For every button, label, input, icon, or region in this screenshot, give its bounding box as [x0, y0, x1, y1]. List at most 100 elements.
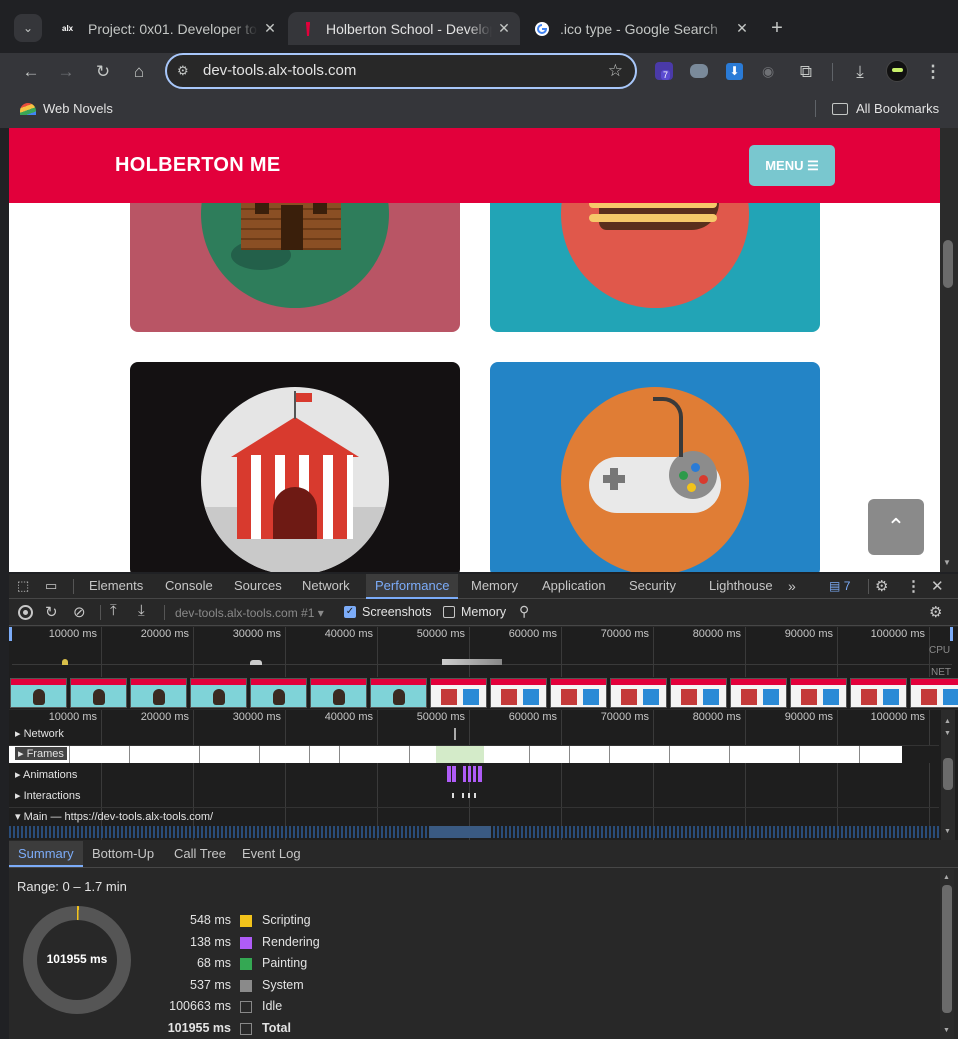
screenshot-thumbnail[interactable]: [610, 678, 667, 708]
tab-google[interactable]: .ico type - Google Search ✕: [522, 12, 758, 45]
close-tab-icon[interactable]: ✕: [492, 20, 516, 37]
screenshot-thumbnail[interactable]: [550, 678, 607, 708]
track-frames[interactable]: ▸ Frames: [15, 747, 67, 760]
message-icon: ▤: [829, 579, 841, 593]
flame-scrollbar[interactable]: ▲ ▼ ▼: [941, 710, 955, 840]
devtools-more-icon[interactable]: ⋮: [906, 577, 921, 595]
range-handle-right[interactable]: [950, 627, 953, 641]
devtools-tab-security[interactable]: Security: [629, 574, 676, 599]
reload-icon[interactable]: ↻: [91, 60, 115, 84]
screenshot-thumbnail[interactable]: [670, 678, 727, 708]
extensions-puzzle-icon[interactable]: ⧉: [794, 60, 818, 84]
summary-scrollbar[interactable]: ▲ ▼: [940, 869, 954, 1039]
track-animations[interactable]: ▸ Animations: [15, 768, 77, 781]
record-button[interactable]: [18, 605, 33, 620]
summary-value: 138 ms: [190, 934, 231, 949]
home-icon[interactable]: ⌂: [127, 60, 151, 84]
inspect-element-icon[interactable]: ⬚: [17, 578, 33, 594]
screenshot-thumbnail[interactable]: [790, 678, 847, 708]
screenshot-thumbnail[interactable]: [130, 678, 187, 708]
flame-chart[interactable]: 10000 ms 20000 ms 30000 ms 40000 ms 50000 ms…: [9, 710, 958, 840]
forward-arrow-icon[interactable]: →: [54, 60, 78, 84]
devtools-tab-network[interactable]: Network: [302, 574, 350, 599]
devtools-tab-application[interactable]: Application: [542, 574, 606, 599]
card-circus[interactable]: [130, 362, 460, 572]
screenshot-thumbnail[interactable]: [10, 678, 67, 708]
save-profile-download-icon[interactable]: ⤓: [138, 602, 145, 619]
hamburger-icon: ☰: [807, 158, 819, 173]
screenshot-thumbnail[interactable]: [730, 678, 787, 708]
screenshot-thumbnail[interactable]: [850, 678, 907, 708]
garbage-collect-broom-icon[interactable]: ⚲: [519, 603, 529, 620]
devtools-tab-console[interactable]: Console: [165, 574, 213, 599]
devtools-tab-lighthouse[interactable]: Lighthouse: [709, 574, 773, 599]
card-controller[interactable]: [490, 362, 820, 572]
scroll-down-icon[interactable]: ▼: [943, 558, 951, 567]
tab-search-button[interactable]: ⌄: [14, 14, 42, 42]
site-brand[interactable]: HOLBERTON ME: [115, 154, 280, 177]
device-toolbar-icon[interactable]: ▭: [45, 578, 61, 594]
screenshot-thumbnail[interactable]: [70, 678, 127, 708]
devtools-tab-sources[interactable]: Sources: [234, 574, 282, 599]
bookmark-web-novels[interactable]: Web Novels: [20, 101, 113, 116]
owl-extension-icon[interactable]: [690, 64, 708, 78]
devtools-tab-memory[interactable]: Memory: [471, 574, 518, 599]
reload-record-icon[interactable]: ↻: [45, 603, 58, 621]
extension-icon[interactable]: 7: [655, 62, 673, 80]
animation-bars: [447, 766, 487, 782]
tab-bottom-up[interactable]: Bottom-Up: [92, 841, 154, 867]
track-interactions[interactable]: ▸ Interactions: [15, 789, 80, 802]
tab-title: Project: 0x01. Developer too: [88, 20, 258, 37]
downloads-icon[interactable]: ⤓: [848, 60, 872, 84]
frame-separator: [339, 746, 340, 763]
screenshot-thumbnail[interactable]: [490, 678, 547, 708]
bookmark-star-icon[interactable]: ☆: [608, 55, 623, 87]
camera-extension-icon[interactable]: ◉: [762, 63, 780, 79]
menu-button[interactable]: MENU ☰: [749, 145, 835, 186]
range-handle-left[interactable]: [9, 627, 12, 641]
download-extension-icon[interactable]: ⬇: [726, 63, 743, 80]
screenshot-thumbnail[interactable]: [430, 678, 487, 708]
timeline-overview[interactable]: 10000 ms 20000 ms 30000 ms 40000 ms 50000 ms…: [9, 627, 958, 709]
screenshot-thumbnail[interactable]: [310, 678, 367, 708]
site-settings-icon[interactable]: ⚙: [177, 55, 189, 87]
back-to-top-button[interactable]: ⌃: [868, 499, 924, 555]
tab-summary[interactable]: Summary: [9, 841, 83, 867]
track-main-thread[interactable]: ▾ Main — https://dev-tools.alx-tools.com…: [15, 810, 213, 823]
close-devtools-icon[interactable]: ✕: [931, 577, 944, 595]
profile-avatar[interactable]: [886, 60, 908, 82]
screenshot-thumbnail[interactable]: [250, 678, 307, 708]
screenshot-thumbnail[interactable]: [190, 678, 247, 708]
tab-call-tree[interactable]: Call Tree: [174, 841, 226, 867]
back-arrow-icon[interactable]: ←: [19, 60, 43, 84]
chevron-up-icon: ⌃: [886, 514, 906, 539]
frames-track[interactable]: [9, 746, 939, 763]
devtools-settings-gear-icon[interactable]: ⚙: [875, 577, 888, 595]
recording-select[interactable]: dev-tools.alx-tools.com #1 ▾: [175, 606, 324, 620]
more-menu-icon[interactable]: ⋮: [921, 60, 945, 84]
tab-event-log[interactable]: Event Log: [242, 841, 301, 867]
track-network[interactable]: ▸ Network: [15, 727, 64, 740]
devtools-tab-performance[interactable]: Performance: [366, 574, 459, 599]
devtools-tab-elements[interactable]: Elements: [89, 574, 143, 599]
close-tab-icon[interactable]: ✕: [258, 20, 282, 37]
all-bookmarks-button[interactable]: All Bookmarks: [832, 101, 939, 116]
screenshots-checkbox[interactable]: ✓: [344, 606, 356, 618]
address-bar[interactable]: ⚙ dev-tools.alx-tools.com ☆: [165, 53, 637, 89]
issues-counter[interactable]: ▤ 7: [829, 579, 850, 593]
capture-settings-gear-icon[interactable]: ⚙: [929, 603, 942, 621]
time-tick-label: 100000 ms: [870, 628, 925, 640]
screenshot-thumbnail[interactable]: [370, 678, 427, 708]
tab-project[interactable]: alx Project: 0x01. Developer too ✕: [50, 12, 286, 45]
page-scrollbar[interactable]: ▼: [940, 128, 958, 572]
more-tabs-chevron-icon[interactable]: »: [788, 574, 796, 599]
load-profile-upload-icon[interactable]: ⤒: [110, 602, 117, 619]
clear-icon[interactable]: ⊘: [73, 603, 86, 621]
new-tab-plus-icon[interactable]: +: [766, 16, 788, 40]
tab-holberton[interactable]: Holberton School - Develope ✕: [288, 12, 520, 45]
close-tab-icon[interactable]: ✕: [730, 20, 754, 37]
memory-checkbox[interactable]: [443, 606, 455, 618]
screenshot-thumbnail[interactable]: [910, 678, 958, 708]
scroll-thumb[interactable]: [943, 240, 953, 288]
time-tick-label: 40000 ms: [324, 628, 373, 640]
